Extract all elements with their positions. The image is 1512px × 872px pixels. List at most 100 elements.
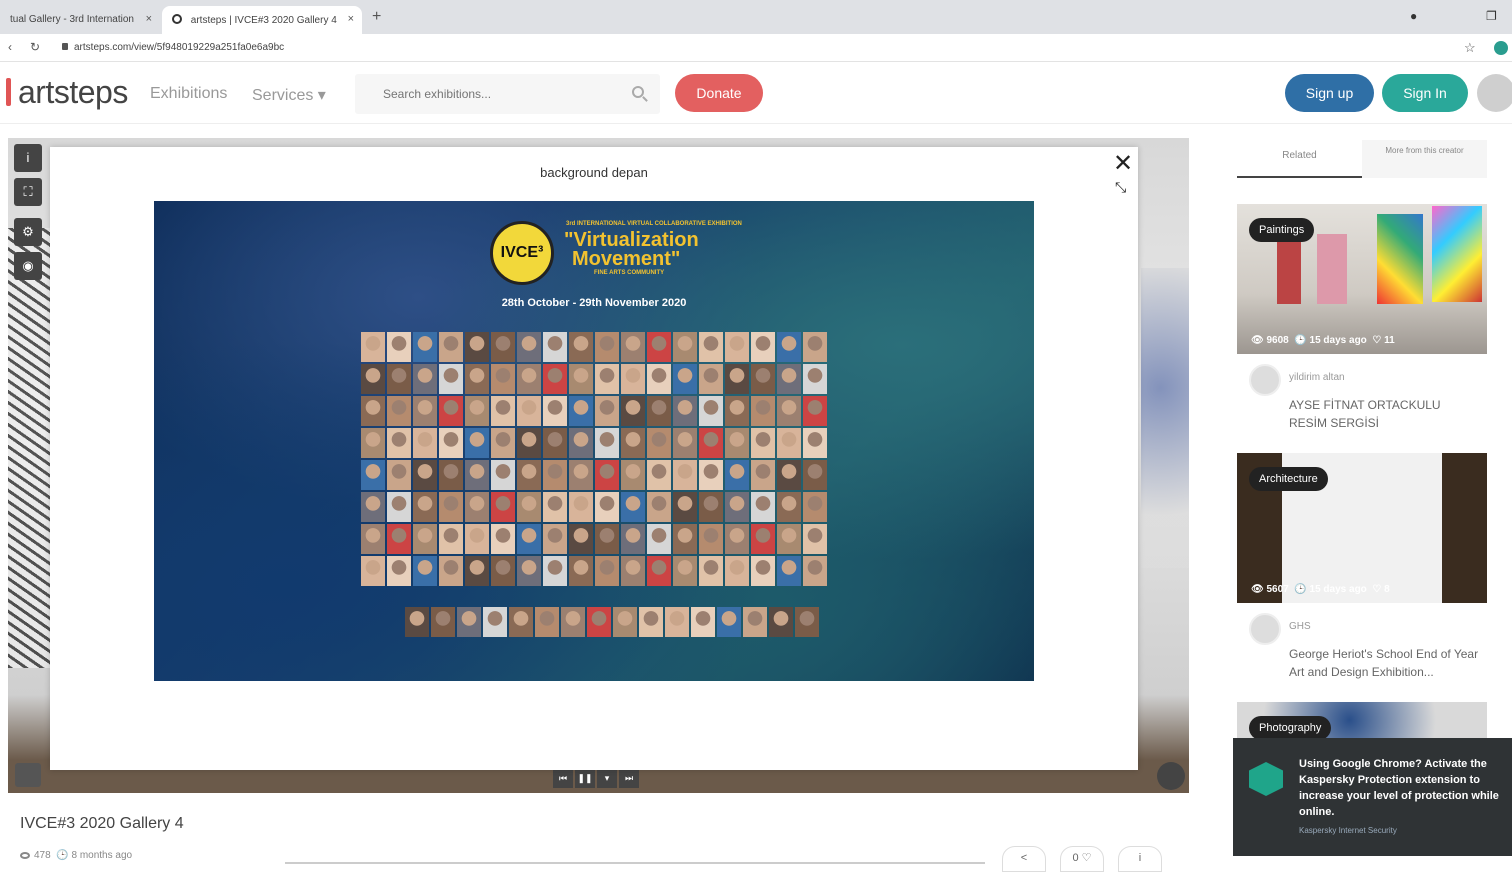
- info-icon[interactable]: i: [14, 144, 42, 172]
- dropdown-icon[interactable]: ▾: [597, 768, 617, 788]
- related-card[interactable]: Architecture 👁 5607 🕒 15 days ago ♡ 8 GH…: [1237, 453, 1487, 681]
- donate-button[interactable]: Donate: [675, 74, 763, 112]
- participant-photo: [465, 428, 489, 458]
- card-stats: 👁 9608 🕒 15 days ago ♡ 11: [1251, 335, 1395, 346]
- participant-photo: [465, 460, 489, 490]
- new-tab-button[interactable]: +: [372, 8, 381, 26]
- next-icon[interactable]: ⏭: [619, 768, 639, 788]
- participant-photo: [569, 492, 593, 522]
- kaspersky-notification[interactable]: Using Google Chrome? Activate the Kasper…: [1233, 738, 1512, 856]
- creator-name[interactable]: GHS: [1289, 621, 1311, 632]
- participant-photo: [517, 524, 541, 554]
- tab-related[interactable]: Related: [1237, 140, 1362, 178]
- sign-up-button[interactable]: Sign up: [1285, 74, 1374, 112]
- participant-photo: [691, 607, 715, 637]
- participant-photo: [595, 396, 619, 426]
- participant-photo: [517, 556, 541, 586]
- participant-photo: [491, 332, 515, 362]
- tab-more-from-creator[interactable]: More from this creator: [1362, 140, 1487, 178]
- previous-icon[interactable]: ⏮: [553, 768, 573, 788]
- card-title[interactable]: AYSE FİTNAT ORTACKULU RESİM SERGİSİ: [1289, 396, 1479, 432]
- map-icon[interactable]: [15, 763, 41, 787]
- search-box: [355, 74, 660, 114]
- participant-photo: [439, 524, 463, 554]
- pause-icon[interactable]: ❚❚: [575, 768, 595, 788]
- artsteps-favicon-icon: [172, 14, 182, 24]
- card-thumbnail[interactable]: Paintings 👁 9608 🕒 15 days ago ♡ 11: [1237, 204, 1487, 354]
- participant-photo-grid: [360, 331, 830, 587]
- participant-photo: [699, 364, 723, 394]
- close-icon[interactable]: ✕: [1113, 149, 1133, 178]
- participant-photo: [457, 607, 481, 637]
- creator-avatar[interactable]: [1249, 613, 1281, 645]
- extension-icon[interactable]: [1494, 41, 1508, 55]
- artsteps-logo[interactable]: artsteps: [6, 74, 128, 111]
- participant-photo: [673, 524, 697, 554]
- kaspersky-shield-icon: [1249, 762, 1283, 796]
- fullscreen-icon[interactable]: ⛶: [14, 178, 42, 206]
- participant-photo: [361, 492, 385, 522]
- lock-icon: [62, 43, 68, 50]
- close-tab-icon[interactable]: ×: [146, 13, 152, 25]
- chat-icon[interactable]: [1157, 762, 1185, 790]
- participant-photo: [751, 556, 775, 586]
- participant-photo: [431, 607, 455, 637]
- participant-photo: [725, 332, 749, 362]
- close-tab-icon[interactable]: ×: [348, 13, 354, 25]
- bookmark-star-icon[interactable]: ☆: [1464, 40, 1476, 56]
- url-field[interactable]: artsteps.com/view/5f948019229a251fa0e6a9…: [62, 42, 284, 53]
- card-user: yildirim altan: [1237, 362, 1487, 396]
- reload-icon[interactable]: ↻: [30, 40, 40, 54]
- participant-photo: [543, 492, 567, 522]
- participant-photo: [673, 460, 697, 490]
- user-avatar[interactable]: [1477, 74, 1512, 112]
- participant-photo: [803, 460, 827, 490]
- participant-photo: [777, 428, 801, 458]
- participant-photo: [491, 364, 515, 394]
- site-header: artsteps Exhibitions Services ▾ Donate S…: [0, 62, 1512, 124]
- exit-fullscreen-icon[interactable]: ⤡: [1115, 179, 1126, 196]
- participant-photo: [725, 364, 749, 394]
- participant-photo-grid-last-row: [404, 606, 820, 638]
- participant-photo: [387, 428, 411, 458]
- sign-in-button[interactable]: Sign In: [1382, 74, 1468, 112]
- share-icon[interactable]: <: [1002, 846, 1046, 872]
- participant-photo: [699, 332, 723, 362]
- camera-icon[interactable]: ◉: [14, 252, 42, 280]
- browser-tab-1[interactable]: tual Gallery - 3rd Internation ×: [0, 6, 160, 34]
- participant-photo: [483, 607, 507, 637]
- creator-name[interactable]: yildirim altan: [1289, 372, 1345, 383]
- participant-photo: [387, 556, 411, 586]
- card-thumbnail[interactable]: Architecture 👁 5607 🕒 15 days ago ♡ 8: [1237, 453, 1487, 603]
- more-info-icon[interactable]: i: [1118, 846, 1162, 872]
- participant-photo: [699, 556, 723, 586]
- participant-photo: [613, 607, 637, 637]
- like-button[interactable]: 0 ♡: [1060, 846, 1104, 872]
- participant-photo: [543, 364, 567, 394]
- participant-photo: [387, 332, 411, 362]
- settings-icon[interactable]: ⚙: [14, 218, 42, 246]
- search-input[interactable]: [355, 74, 595, 114]
- participant-photo: [777, 364, 801, 394]
- card-likes: 11: [1384, 335, 1395, 346]
- participant-photo: [621, 332, 645, 362]
- participant-photo: [621, 428, 645, 458]
- logo-text: artsteps: [18, 74, 128, 110]
- horizontal-scrollbar[interactable]: [285, 862, 985, 864]
- card-title[interactable]: George Heriot's School End of Year Art a…: [1289, 645, 1479, 681]
- creator-avatar[interactable]: [1249, 364, 1281, 396]
- profile-icon[interactable]: ●: [1410, 9, 1417, 23]
- participant-photo: [647, 364, 671, 394]
- browser-tab-2[interactable]: artsteps | IVCE#3 2020 Gallery 4 ×: [162, 6, 362, 34]
- nav-services[interactable]: Services ▾: [252, 85, 326, 105]
- restore-window-icon[interactable]: ❐: [1486, 9, 1497, 23]
- participant-photo: [561, 607, 585, 637]
- nav-exhibitions[interactable]: Exhibitions: [150, 85, 227, 103]
- card-stats: 👁 5607 🕒 15 days ago ♡ 8: [1251, 584, 1390, 595]
- participant-photo: [595, 364, 619, 394]
- related-card[interactable]: Paintings 👁 9608 🕒 15 days ago ♡ 11 yild…: [1237, 204, 1487, 432]
- back-icon[interactable]: ‹: [8, 40, 12, 54]
- participant-photo: [803, 396, 827, 426]
- search-icon[interactable]: [632, 86, 644, 98]
- participant-photo: [699, 460, 723, 490]
